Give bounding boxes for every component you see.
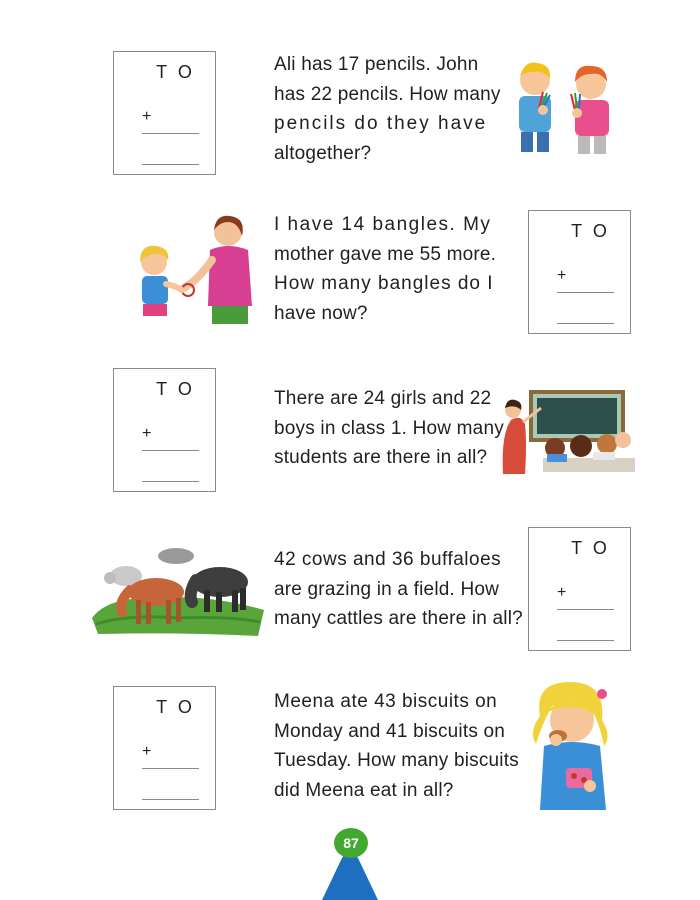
tens-ones-header: T O xyxy=(156,379,195,399)
tens-ones-header: T O xyxy=(571,538,610,558)
tens-ones-header: T O xyxy=(571,221,610,241)
page-number: 87 xyxy=(334,828,368,858)
text-line: many cattles are there in all? xyxy=(274,608,523,629)
mother-giving-bangles-illustration xyxy=(140,215,252,324)
sum-line xyxy=(142,768,199,769)
answer-box: T O + xyxy=(113,368,216,492)
sum-line xyxy=(557,609,614,610)
text-line: Monday and 41 biscuits on xyxy=(274,720,506,742)
word-problem-text: 42 cows and 36 buffaloes are grazing in … xyxy=(274,545,523,634)
answer-line xyxy=(557,323,614,324)
sum-line xyxy=(142,450,199,451)
cows-and-buffaloes-illustration xyxy=(92,548,264,636)
text-line: has 22 pencils. How many xyxy=(274,83,501,105)
text-line: mother gave me 55 more. xyxy=(274,243,497,265)
sum-line xyxy=(557,292,614,293)
plus-sign: + xyxy=(557,584,567,601)
text-line: 42 cows and 36 buffaloes xyxy=(274,549,502,570)
answer-box: T O + xyxy=(113,686,216,810)
text-line: Ali has 17 pencils. John xyxy=(274,54,479,75)
answer-line xyxy=(557,640,614,641)
plus-sign: + xyxy=(557,267,567,284)
text-line: did Meena eat in all? xyxy=(274,779,454,801)
text-line: pencils do they have xyxy=(274,113,488,134)
text-line: Meena ate 43 biscuits on xyxy=(274,691,498,712)
plus-sign: + xyxy=(142,425,152,442)
answer-box: T O + xyxy=(528,210,631,334)
word-problem-text: Meena ate 43 biscuits on Monday and 41 b… xyxy=(274,687,519,805)
word-problem-text: There are 24 girls and 22 boys in class … xyxy=(274,384,504,473)
answer-box: T O + xyxy=(113,51,216,175)
text-line: How many bangles do I xyxy=(274,273,494,294)
text-line: altogether? xyxy=(274,142,372,164)
answer-line xyxy=(142,799,199,800)
tens-ones-header: T O xyxy=(156,697,195,717)
text-line: students are there in all? xyxy=(274,447,488,468)
answer-box: T O + xyxy=(528,527,631,651)
two-boys-with-pencils-illustration xyxy=(519,62,609,154)
tens-ones-header: T O xyxy=(156,62,195,82)
text-line: I have 14 bangles. My xyxy=(274,214,492,235)
classroom-illustration xyxy=(502,390,635,474)
text-line: boys in class 1. How many xyxy=(274,417,504,439)
plus-sign: + xyxy=(142,108,152,125)
plus-sign: + xyxy=(142,743,152,760)
text-line: There are 24 girls and 22 xyxy=(274,388,492,409)
word-problem-text: Ali has 17 pencils. John has 22 pencils.… xyxy=(274,50,501,168)
girl-eating-biscuits-illustration xyxy=(532,682,608,810)
sum-line xyxy=(142,133,199,134)
answer-line xyxy=(142,481,199,482)
answer-line xyxy=(142,164,199,165)
text-line: are grazing in a field. How xyxy=(274,578,500,600)
text-line: have now? xyxy=(274,302,368,324)
text-line: Tuesday. How many biscuits xyxy=(274,750,519,771)
word-problem-text: I have 14 bangles. My mother gave me 55 … xyxy=(274,210,496,328)
